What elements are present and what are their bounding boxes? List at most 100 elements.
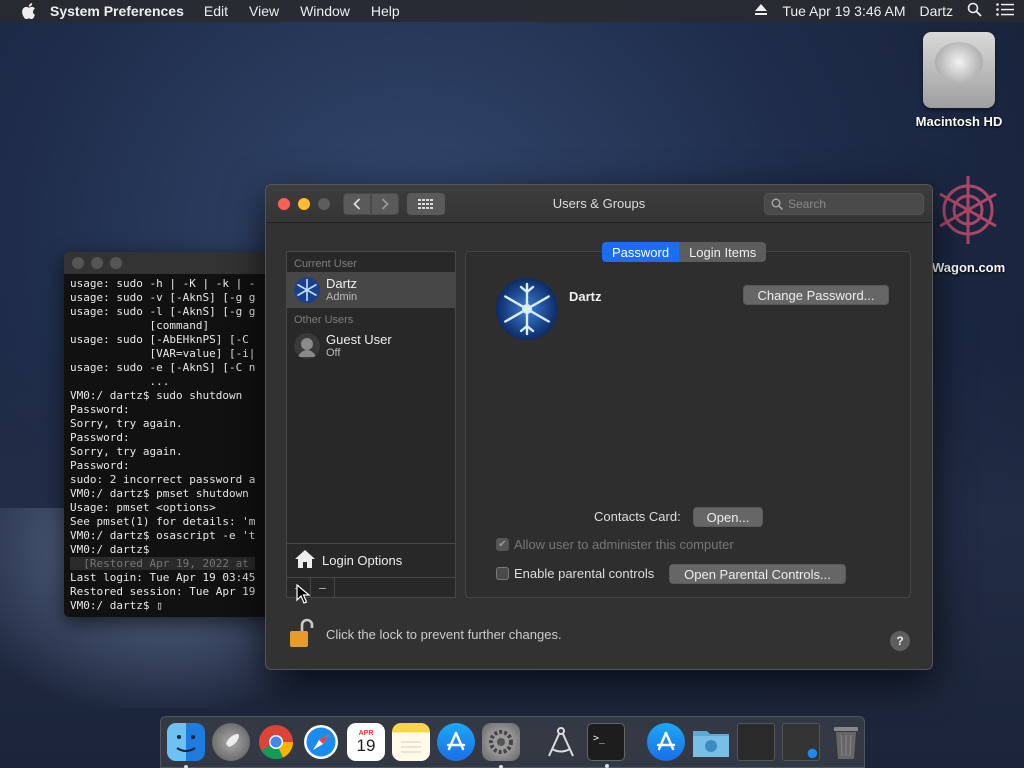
- remove-user-button[interactable]: −: [311, 578, 335, 598]
- close-button[interactable]: [278, 197, 290, 210]
- add-remove-bar: + −: [287, 577, 455, 598]
- dock-app-store-folder[interactable]: [647, 723, 685, 761]
- guest-avatar-icon: [294, 333, 320, 359]
- lock-text: Click the lock to prevent further change…: [326, 627, 562, 642]
- user-detail-panel: Password Login Items Dartz Change Passwo…: [465, 242, 911, 598]
- tab-login-items[interactable]: Login Items: [679, 242, 767, 262]
- dock-terminal[interactable]: >_: [587, 723, 625, 768]
- login-options-item[interactable]: Login Options: [287, 543, 455, 577]
- finder-icon: [176, 735, 196, 752]
- menu-view[interactable]: View: [249, 3, 279, 19]
- help-button[interactable]: ?: [890, 631, 910, 651]
- apple-menu-icon[interactable]: [20, 2, 38, 20]
- forward-button[interactable]: [371, 193, 399, 215]
- login-options-label: Login Options: [322, 553, 403, 568]
- dock-downloads-folder[interactable]: [692, 723, 730, 761]
- menubar-clock[interactable]: Tue Apr 19 3:46 AM: [782, 3, 905, 19]
- spotlight-icon[interactable]: [967, 2, 982, 20]
- terminal-zoom-button[interactable]: [110, 257, 122, 269]
- search-icon: [771, 198, 783, 210]
- menu-edit[interactable]: Edit: [204, 3, 228, 19]
- allow-admin-checkbox[interactable]: ✔ Allow user to administer this computer: [496, 537, 734, 552]
- current-user-header: Current User: [294, 258, 357, 270]
- notes-icon: [401, 741, 421, 753]
- dock-directory-utility[interactable]: [542, 723, 580, 761]
- terminal-icon: >_: [593, 733, 606, 744]
- user-item-dartz[interactable]: Dartz Admin: [287, 272, 455, 308]
- snowflake-avatar-icon: [496, 278, 558, 340]
- user-list[interactable]: Current User Dartz Admin Other Users Gue…: [286, 251, 456, 598]
- dock-launchpad[interactable]: [212, 723, 250, 761]
- other-users-header: Other Users: [294, 314, 354, 326]
- search-input[interactable]: [788, 197, 908, 211]
- notification-center-icon[interactable]: [996, 3, 1014, 19]
- unlocked-lock-icon[interactable]: [288, 617, 314, 652]
- app-store-icon: [656, 731, 676, 751]
- dock-minimized-window[interactable]: [782, 723, 820, 761]
- dock-window-thumbnail[interactable]: [737, 723, 775, 761]
- parental-controls-label: Enable parental controls: [514, 566, 655, 581]
- dock-calendar[interactable]: APR 19: [347, 723, 385, 761]
- snowflake-desktop-icon[interactable]: [936, 172, 1000, 252]
- checkmark-icon: ✔: [496, 538, 509, 551]
- dock-chrome[interactable]: [257, 723, 295, 761]
- show-all-button[interactable]: [407, 193, 445, 215]
- user-picture[interactable]: [496, 278, 558, 340]
- back-button[interactable]: [343, 193, 371, 215]
- menu-help[interactable]: Help: [371, 3, 400, 19]
- hard-drive-icon: [923, 32, 995, 108]
- user-role: Off: [326, 346, 341, 359]
- parental-controls-checkbox[interactable]: Enable parental controls: [496, 566, 654, 581]
- chrome-icon: [259, 725, 293, 759]
- zoom-button[interactable]: [318, 197, 330, 210]
- dock-system-preferences[interactable]: [482, 723, 520, 768]
- eject-icon[interactable]: [754, 3, 768, 19]
- dock-notes[interactable]: [392, 723, 430, 761]
- tab-bar: Password Login Items: [602, 242, 767, 262]
- change-password-button[interactable]: Change Password...: [743, 285, 889, 305]
- snowflake-avatar-icon: [294, 277, 320, 303]
- user-name: Dartz: [326, 275, 358, 291]
- contacts-open-button[interactable]: Open...: [693, 507, 763, 527]
- dock-finder[interactable]: [167, 723, 205, 768]
- terminal-close-button[interactable]: [72, 257, 84, 269]
- lock-row: Click the lock to prevent further change…: [288, 617, 562, 652]
- tab-password[interactable]: Password: [602, 242, 680, 262]
- terminal-window[interactable]: usage: sudo -h | -K | -k | - usage: sudo…: [64, 252, 274, 617]
- gear-icon: [489, 730, 513, 754]
- dock-safari[interactable]: [302, 723, 340, 761]
- minimize-button[interactable]: [298, 197, 310, 210]
- open-parental-controls-button[interactable]: Open Parental Controls...: [669, 564, 846, 584]
- chevron-right-icon: [381, 198, 389, 210]
- desktop-macintosh-hd[interactable]: Macintosh HD: [912, 32, 1006, 129]
- menu-app-name[interactable]: System Preferences: [50, 3, 184, 19]
- compass-icon: [304, 725, 338, 759]
- house-icon: [294, 549, 316, 572]
- trash-icon: [834, 727, 858, 759]
- user-role: Admin: [326, 290, 358, 303]
- menu-window[interactable]: Window: [300, 3, 350, 19]
- terminal-minimize-button[interactable]: [91, 257, 103, 269]
- user-name: Guest User: [326, 331, 392, 347]
- user-full-name: Dartz: [569, 289, 602, 304]
- desktop-macintosh-hd-label: Macintosh HD: [915, 114, 1003, 129]
- desktop-wagon-label[interactable]: Wagon.com: [932, 260, 1022, 275]
- menubar-user[interactable]: Dartz: [920, 3, 953, 19]
- dock-trash[interactable]: [827, 723, 865, 761]
- terminal-titlebar[interactable]: [64, 252, 274, 274]
- terminal-output[interactable]: usage: sudo -h | -K | -k | - usage: sudo…: [64, 274, 274, 613]
- grid-icon: [418, 199, 433, 209]
- search-field[interactable]: [764, 193, 924, 215]
- users-groups-window[interactable]: Users & Groups Current User Dartz Admin …: [265, 184, 933, 670]
- rocket-icon: [226, 734, 239, 747]
- app-store-icon: [446, 731, 466, 751]
- compass-tool-icon: [548, 727, 574, 757]
- window-titlebar[interactable]: Users & Groups: [266, 185, 932, 223]
- allow-admin-label: Allow user to administer this computer: [514, 537, 734, 552]
- chevron-left-icon: [353, 198, 361, 210]
- dock-app-store[interactable]: [437, 723, 475, 761]
- contacts-card-label: Contacts Card:: [594, 509, 681, 524]
- calendar-day: 19: [356, 735, 376, 755]
- dock: APR 19 >_: [160, 716, 865, 768]
- user-item-guest[interactable]: Guest User Off: [287, 328, 455, 364]
